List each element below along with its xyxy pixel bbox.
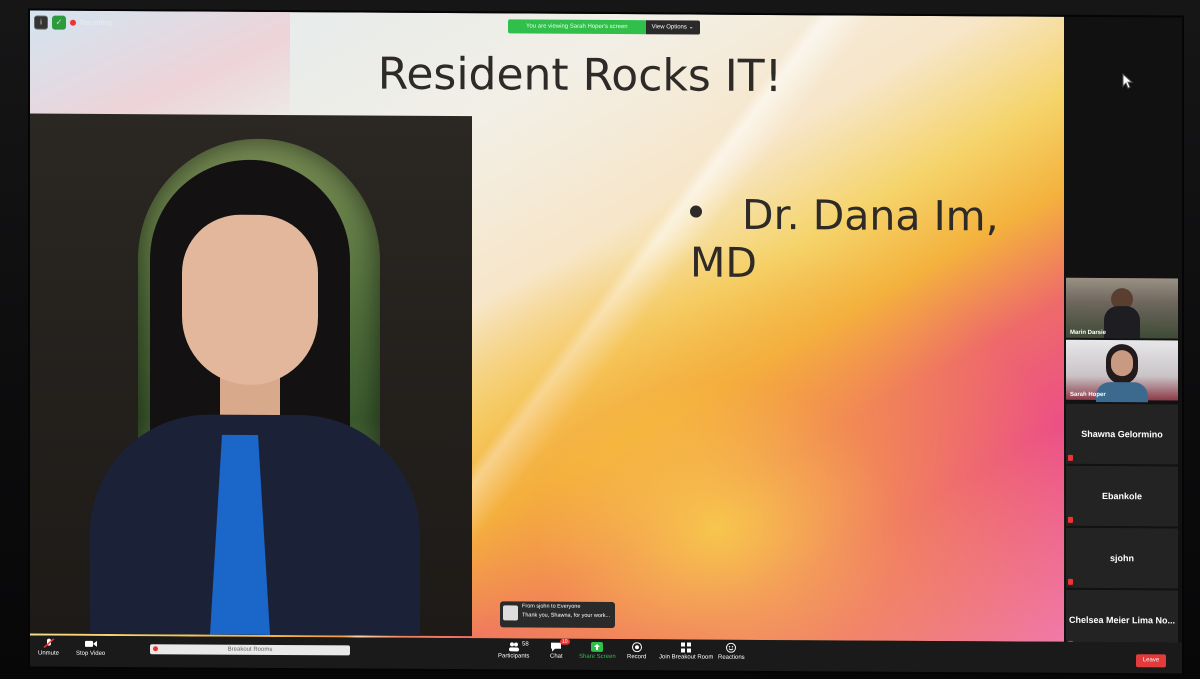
participant-tile[interactable]: Ebankole — [1065, 464, 1179, 528]
stop-video-button[interactable]: Stop Video — [76, 639, 105, 657]
record-icon — [631, 642, 642, 653]
chat-notification[interactable]: From sjohn to Everyone Thank you, Shawna… — [500, 601, 615, 629]
monitor-bezel: Resident Rocks IT! Dr. Dana Im, MD i ✓ R… — [0, 0, 1200, 679]
portrait-photo — [30, 113, 472, 637]
join-breakout-label: Join Breakout Room — [659, 654, 714, 661]
leave-button[interactable]: Leave — [1136, 654, 1166, 668]
shield-icon[interactable]: ✓ — [52, 15, 66, 30]
participant-name: Sarah Hoper — [1070, 391, 1106, 399]
participants-label: Participants — [498, 653, 530, 660]
breakout-rooms-bar[interactable]: Breakout Rooms — [150, 644, 350, 656]
bullet-text: Dr. Dana Im, MD — [690, 190, 999, 287]
mic-muted-icon — [42, 638, 55, 649]
participant-name: Shawna Gelormino — [1081, 428, 1163, 440]
record-label: Record — [627, 654, 647, 661]
record-button[interactable]: Record — [627, 642, 646, 660]
participants-icon — [508, 642, 519, 652]
video-camera-icon — [84, 640, 97, 647]
meeting-toolbar: Unmute Stop Video Breakout Rooms 58 Part… — [30, 635, 1182, 674]
close-dot-icon[interactable] — [153, 646, 158, 652]
join-breakout-room-button[interactable]: Join Breakout Room — [659, 642, 714, 661]
participant-tile-sarah-hoper[interactable]: Sarah Hoper — [1065, 338, 1179, 403]
participant-tile[interactable]: sjohn — [1065, 526, 1179, 590]
share-screen-icon — [591, 641, 604, 652]
chat-unread-badge: 10 — [560, 638, 570, 645]
participant-tile[interactable]: Shawna Gelormino — [1065, 402, 1179, 466]
mic-muted-icon — [1068, 454, 1073, 461]
recording-indicator: i ✓ Recording — [34, 15, 112, 31]
avatar — [503, 605, 518, 621]
unmute-button[interactable]: Unmute — [38, 638, 60, 657]
shared-slide: Resident Rocks IT! Dr. Dana Im, MD — [30, 10, 1134, 642]
participant-name: Ebankole — [1101, 491, 1142, 502]
participant-name: Marin Darsie — [1070, 329, 1107, 337]
chat-button[interactable]: 10 Chat — [550, 638, 570, 660]
participant-name: Chelsea Meier Lima No... — [1068, 614, 1176, 626]
reactions-button[interactable]: Reactions — [718, 642, 745, 661]
photo-face — [182, 214, 318, 386]
screen-share-banner: You are viewing Sarah Hoper's screen Vie… — [508, 19, 700, 35]
zoom-window: Resident Rocks IT! Dr. Dana Im, MD i ✓ R… — [30, 10, 1182, 674]
share-screen-button[interactable]: Share Screen — [579, 641, 616, 661]
share-screen-label: Share Screen — [579, 653, 616, 661]
mouse-cursor-icon — [1122, 73, 1134, 89]
recording-dot-icon — [70, 19, 76, 26]
chat-message: Thank you, Shawna, for your work... — [522, 612, 611, 620]
info-icon[interactable]: i — [34, 15, 48, 30]
breakout-bar-label: Breakout Rooms — [227, 646, 273, 653]
bullet-dot-icon — [690, 205, 702, 218]
participants-count: 58 — [522, 641, 529, 648]
slide-bullet: Dr. Dana Im, MD — [690, 191, 1064, 289]
view-options-button[interactable]: View Options ⌄ — [645, 20, 700, 35]
chat-sender: From sjohn to Everyone — [522, 603, 581, 610]
participants-button[interactable]: 58 Participants — [498, 641, 529, 659]
breakout-grid-icon — [681, 642, 692, 653]
mic-muted-icon — [1068, 516, 1073, 523]
chat-label: Chat — [550, 653, 563, 660]
share-banner-message: You are viewing Sarah Hoper's screen — [508, 19, 646, 35]
participant-name: sjohn — [1110, 553, 1134, 564]
participant-tile-marin-darsie[interactable]: Marin Darsie — [1065, 276, 1179, 340]
slide-title: Resident Rocks IT! — [377, 48, 783, 103]
participant-gallery: Marin Darsie Sarah Hoper Shawna Gelormin… — [1065, 276, 1182, 652]
stop-video-label: Stop Video — [76, 650, 106, 657]
reactions-label: Reactions — [718, 654, 745, 661]
recording-label: Recording — [80, 19, 112, 27]
reactions-icon — [726, 642, 737, 653]
mic-muted-icon — [1068, 578, 1073, 585]
unmute-label: Unmute — [38, 650, 60, 657]
